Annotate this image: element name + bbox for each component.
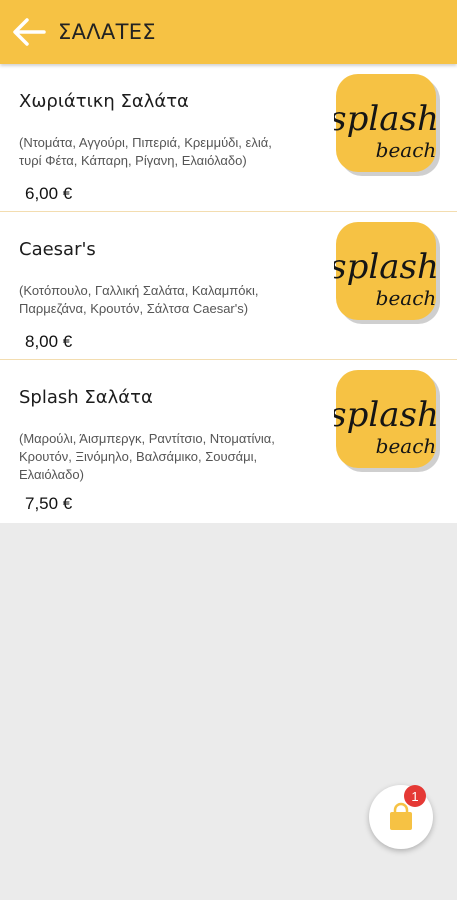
app-bar: ΣΑΛΑΤΕΣ (0, 0, 457, 64)
item-name: Splash Σαλάτα (19, 387, 153, 408)
item-name: Caesar's (19, 239, 96, 260)
cart-count-badge: 1 (404, 785, 426, 807)
svg-text:splash: splash (334, 247, 439, 287)
page-title: ΣΑΛΑΤΕΣ (58, 20, 156, 44)
svg-text:beach: beach (376, 434, 437, 458)
menu-item[interactable]: Χωριάτικη Σαλάτα (Ντομάτα, Αγγούρι, Πιπε… (0, 64, 457, 212)
menu-item[interactable]: Splash Σαλάτα (Μαρούλι, Άισμπεργκ, Ραντί… (0, 360, 457, 523)
item-price: 8,00 € (25, 332, 73, 351)
splash-beach-logo: splash beach (334, 370, 440, 472)
svg-text:beach: beach (376, 286, 437, 310)
svg-text:splash: splash (334, 395, 439, 435)
item-price: 7,50 € (25, 494, 73, 513)
menu-item[interactable]: Caesar's (Κοτόπουλο, Γαλλική Σαλάτα, Καλ… (0, 212, 457, 360)
cart-button[interactable]: 1 (369, 785, 433, 849)
splash-beach-logo: splash beach (334, 222, 440, 324)
item-price: 6,00 € (25, 184, 73, 203)
arrow-left-icon (13, 18, 46, 46)
splash-beach-logo: splash beach (334, 74, 440, 176)
item-description: (Ντομάτα, Αγγούρι, Πιπεριά, Κρεμμύδι, ελ… (19, 135, 272, 168)
back-button[interactable] (2, 0, 56, 64)
svg-text:splash: splash (334, 99, 439, 139)
svg-text:beach: beach (376, 138, 437, 162)
item-description: (Κοτόπουλο, Γαλλική Σαλάτα, Καλαμπόκι, Π… (19, 283, 259, 316)
item-description: (Μαρούλι, Άισμπεργκ, Ραντίτσιο, Ντοματίν… (19, 431, 275, 482)
item-name: Χωριάτικη Σαλάτα (19, 91, 189, 112)
menu-item-list: Χωριάτικη Σαλάτα (Ντομάτα, Αγγούρι, Πιπε… (0, 64, 457, 523)
